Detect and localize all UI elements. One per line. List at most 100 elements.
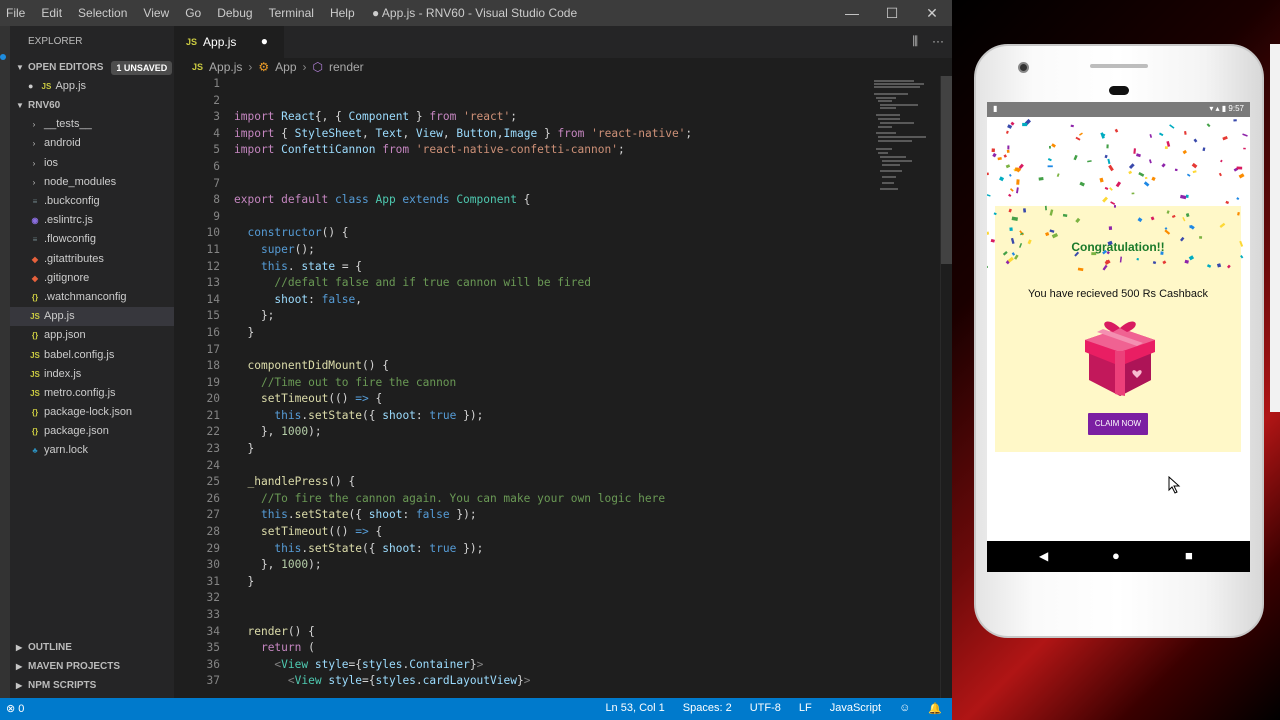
- modified-dot-icon: ●: [28, 81, 34, 92]
- notification-icon: ▮: [993, 104, 998, 113]
- file-tree-item[interactable]: › ios: [10, 154, 174, 173]
- confetti-piece: [1019, 242, 1023, 248]
- chevron-right-icon: ›: [248, 60, 253, 74]
- line-number: 12: [206, 259, 220, 273]
- confetti-piece: [1078, 132, 1083, 136]
- file-tree-item[interactable]: ≡ .buckconfig: [10, 192, 174, 211]
- line-ending[interactable]: LF: [799, 702, 812, 715]
- open-editor-item[interactable]: ● JS App.js: [10, 77, 174, 96]
- cursor-position[interactable]: Ln 53, Col 1: [605, 702, 664, 715]
- confetti-piece: [1115, 181, 1122, 188]
- file-tree-item[interactable]: JS App.js: [10, 307, 174, 327]
- confetti-piece: [1243, 147, 1246, 150]
- menu-file[interactable]: File: [6, 6, 25, 20]
- confetti-piece: [1008, 173, 1012, 177]
- confetti-piece: [987, 231, 990, 236]
- maven-section[interactable]: ▶ MAVEN PROJECTS: [10, 657, 174, 676]
- menu-edit[interactable]: Edit: [41, 6, 62, 20]
- confetti-piece: [1236, 197, 1240, 201]
- explorer-sidebar: EXPLORER ▼ OPEN EDITORS 1 UNSAVED ● JS App.j…: [10, 26, 174, 698]
- file-tree-item[interactable]: JS babel.config.js: [10, 345, 174, 364]
- code-editor[interactable]: import React{, { Component } from 'react…: [234, 76, 864, 698]
- line-number: 26: [206, 491, 220, 505]
- confetti-piece: [1188, 255, 1195, 261]
- file-tree-item[interactable]: ♣ yarn.lock: [10, 441, 174, 460]
- maximize-button[interactable]: ☐: [872, 0, 912, 26]
- line-number: 15: [206, 309, 220, 323]
- confetti-piece: [1027, 239, 1032, 245]
- title-bar: File Edit Selection View Go Debug Termin…: [0, 0, 952, 26]
- outline-section[interactable]: ▶ OUTLINE: [10, 638, 174, 657]
- breadcrumb-method[interactable]: render: [329, 60, 364, 74]
- home-icon[interactable]: ●: [1112, 548, 1120, 563]
- encoding[interactable]: UTF-8: [750, 702, 781, 715]
- file-tree-item[interactable]: JS index.js: [10, 365, 174, 384]
- file-tree-item[interactable]: ◆ .gitattributes: [10, 250, 174, 269]
- menu-help[interactable]: Help: [330, 6, 355, 20]
- confetti-piece: [1206, 264, 1212, 268]
- confetti-piece: [1166, 141, 1171, 147]
- confetti-piece: [1062, 213, 1068, 217]
- confetti-piece: [1010, 121, 1015, 126]
- split-editor-icon[interactable]: ⫼: [912, 34, 918, 49]
- js-file-icon: JS: [41, 82, 52, 92]
- line-number: 1: [213, 77, 220, 90]
- file-tree-item[interactable]: JS metro.config.js: [10, 384, 174, 403]
- open-editors-section[interactable]: ▼ OPEN EDITORS 1 UNSAVED: [10, 58, 174, 77]
- close-button[interactable]: ✕: [912, 0, 952, 26]
- file-tree-item[interactable]: › node_modules: [10, 173, 174, 192]
- confetti-piece: [1016, 187, 1019, 194]
- chevron-right-icon: ›: [32, 139, 36, 149]
- file-tree-item[interactable]: {} app.json: [10, 326, 174, 345]
- confetti-cannon: [987, 118, 1248, 272]
- file-tree-item[interactable]: ◉ .eslintrc.js: [10, 211, 174, 230]
- claim-now-button[interactable]: CLAIM NOW: [1088, 413, 1148, 435]
- tab-app-js[interactable]: JS App.js ●: [174, 26, 284, 58]
- file-tree-label: ios: [44, 156, 59, 169]
- code-line: shoot: false,: [274, 292, 363, 306]
- window-title: ● App.js - RNV60 - Visual Studio Code: [372, 6, 578, 20]
- mouse-cursor-icon: [1168, 476, 1181, 494]
- code-line: this. state = {: [260, 259, 363, 273]
- minimap[interactable]: [872, 76, 938, 206]
- errors-indicator[interactable]: ⊗ 0: [6, 702, 24, 715]
- npm-scripts-section[interactable]: ▶ NPM SCRIPTS: [10, 676, 174, 695]
- confetti-piece: [1077, 267, 1084, 272]
- menu-go[interactable]: Go: [185, 6, 201, 20]
- breadcrumb-file[interactable]: App.js: [209, 60, 242, 74]
- minimize-button[interactable]: —: [832, 0, 872, 26]
- project-section[interactable]: ▼ RNV60: [10, 96, 174, 115]
- line-number: 11: [206, 242, 220, 256]
- scrollbar-thumb[interactable]: [941, 76, 952, 264]
- indentation[interactable]: Spaces: 2: [683, 702, 732, 715]
- bell-icon[interactable]: 🔔: [928, 702, 942, 715]
- recents-icon[interactable]: ■: [1185, 548, 1193, 563]
- back-icon[interactable]: ◀: [1039, 549, 1048, 563]
- more-actions-icon[interactable]: ···: [932, 34, 944, 49]
- unsaved-dot-icon[interactable]: ●: [261, 34, 268, 48]
- file-tree-item[interactable]: {} package.json: [10, 422, 174, 441]
- file-tree-label: yarn.lock: [44, 444, 89, 457]
- file-tree-item[interactable]: ◆ .gitignore: [10, 269, 174, 288]
- breadcrumb-class[interactable]: App: [275, 60, 296, 74]
- menu-view[interactable]: View: [143, 6, 169, 20]
- file-tree-item[interactable]: › __tests__: [10, 115, 174, 134]
- menu-debug[interactable]: Debug: [217, 6, 252, 20]
- wifi-icon: ▾ ▴ ▮: [1209, 104, 1229, 113]
- feedback-icon[interactable]: ☺: [899, 702, 910, 715]
- chevron-right-icon: ›: [32, 120, 36, 130]
- confetti-piece: [1107, 158, 1111, 165]
- menu-terminal[interactable]: Terminal: [269, 6, 314, 20]
- menu-selection[interactable]: Selection: [78, 6, 127, 20]
- code-line: }: [234, 574, 255, 588]
- file-tree-item[interactable]: {} .watchmanconfig: [10, 288, 174, 307]
- line-number: 28: [206, 525, 220, 539]
- confetti-piece: [1131, 192, 1135, 195]
- confetti-piece: [1022, 122, 1028, 127]
- file-tree-item[interactable]: › android: [10, 134, 174, 153]
- language-mode[interactable]: JavaScript: [830, 702, 881, 715]
- file-tree-item[interactable]: ≡ .flowconfig: [10, 230, 174, 249]
- file-tree-item[interactable]: {} package-lock.json: [10, 403, 174, 422]
- confetti-piece: [993, 212, 997, 216]
